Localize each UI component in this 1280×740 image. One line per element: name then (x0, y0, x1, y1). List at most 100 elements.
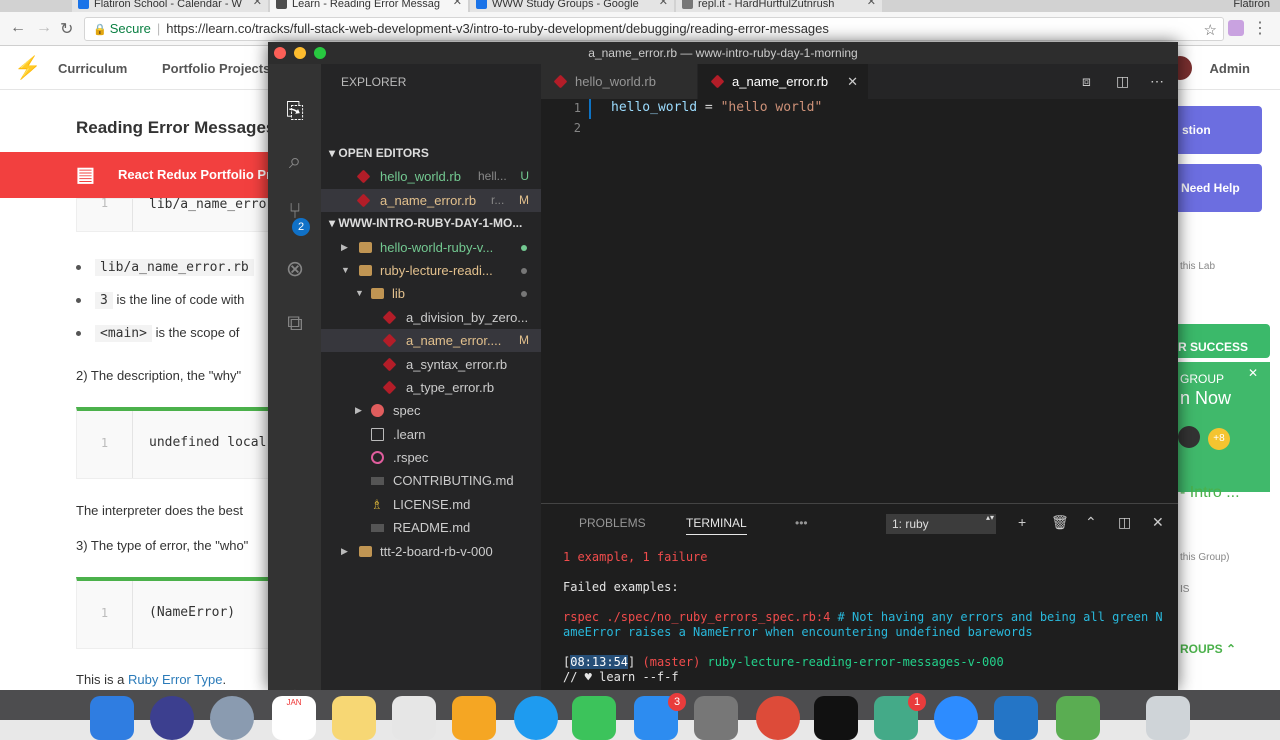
forward-icon[interactable]: → (36, 19, 52, 37)
right-panel: stion Need Help this Lab R SUCCESS GROUP… (1178, 90, 1280, 690)
intro-text[interactable]: - Intro ... (1180, 484, 1240, 502)
tree-folder[interactable]: ▶ ttt-2-board-rb-v-000 (321, 540, 541, 563)
tree-folder[interactable]: ▼ lib (321, 282, 541, 305)
tree-file[interactable]: CONTRIBUTING.md (321, 469, 541, 492)
notes-icon[interactable] (332, 696, 376, 740)
rspec-file-icon (371, 451, 384, 464)
tab-a-name-error[interactable]: a_name_error.rb ✕ (698, 64, 868, 99)
need-help-button[interactable]: Need Help (1178, 164, 1262, 212)
browser-tab-calendar[interactable]: Flatiron School - Calendar - W ✕ (72, 0, 268, 12)
url-omnibox[interactable]: 🔒 Secure | https://learn.co/tracks/full-sta… (84, 17, 1224, 41)
messages-icon[interactable] (572, 696, 616, 740)
panel-more-icon[interactable]: ••• (795, 516, 808, 530)
nav-portfolio[interactable]: Portfolio Projects (162, 61, 270, 76)
terminal-select[interactable]: 1: ruby (886, 513, 996, 534)
browser-tab-learn[interactable]: Learn - Reading Error Messag ✕ (270, 0, 468, 12)
nav-curriculum[interactable]: Curriculum (58, 61, 127, 76)
browser-tab-replit[interactable]: repl.it - HardHurtfulZutnrush ✕ (676, 0, 882, 12)
tree-file[interactable]: ♗ LICENSE.md (321, 493, 541, 516)
add-terminal-icon[interactable]: + (1018, 514, 1026, 530)
maximize-window-button[interactable] (314, 47, 326, 59)
browser-tab-study-groups[interactable]: WWW Study Groups - Google ✕ (470, 0, 674, 12)
ask-question-button[interactable]: stion (1178, 106, 1262, 154)
panel-layout-icon[interactable]: ◫ (1118, 514, 1131, 531)
study-group-card[interactable]: GROUP ✕ n Now +8 (1178, 362, 1270, 492)
finder-icon[interactable] (90, 696, 134, 740)
reload-icon[interactable]: ↻ (60, 19, 73, 39)
project-header[interactable]: ▾ WWW-INTRO-RUBY-DAY-1-MO... (321, 212, 541, 234)
close-icon[interactable]: ✕ (253, 0, 262, 8)
file-name: a_type_error.rb (406, 380, 495, 395)
groups-header[interactable]: ROUPS ⌃ (1180, 642, 1236, 656)
ruby-error-type-link[interactable]: Ruby Error Type (128, 672, 222, 687)
tree-file[interactable]: .rspec (321, 446, 541, 469)
split-editor-icon[interactable]: ◫ (1116, 73, 1129, 90)
browser-tab-label: Learn - Reading Error Messag (292, 0, 440, 10)
ruby-file-icon (382, 380, 397, 395)
calendar-icon[interactable]: JAN (272, 696, 316, 740)
trash-icon[interactable]: 🗑 (1051, 514, 1069, 531)
browser-profile-name[interactable]: Flatiron (1233, 0, 1270, 10)
preview-icon[interactable] (392, 696, 436, 740)
open-editor-item[interactable]: hello_world.rb hell... U (321, 165, 541, 188)
code-text: undefined local (149, 435, 267, 450)
back-icon[interactable]: ← (10, 19, 26, 37)
learn-icon (276, 0, 287, 9)
close-icon[interactable]: ✕ (847, 64, 858, 99)
open-editor-item[interactable]: a_name_error.rb r... M (321, 189, 541, 212)
tab-terminal[interactable]: TERMINAL (686, 516, 747, 535)
code-editor[interactable]: 1 hello_world = "hello world" 2 (541, 99, 1178, 503)
tree-file[interactable]: a_type_error.rb (321, 376, 541, 399)
trash-icon[interactable] (1146, 696, 1190, 740)
vscode-icon[interactable] (994, 696, 1038, 740)
success-button[interactable]: R SUCCESS (1178, 324, 1270, 358)
close-icon[interactable]: ✕ (1248, 366, 1258, 380)
pages-icon[interactable] (452, 696, 496, 740)
learn-logo-icon[interactable]: ⚡ (14, 55, 41, 81)
extension-icon[interactable] (1228, 20, 1244, 36)
tab-problems[interactable]: PROBLEMS (579, 516, 646, 530)
tree-folder[interactable]: ▼ ruby-lecture-readi... (321, 259, 541, 282)
system-preferences-icon[interactable] (694, 696, 738, 740)
bookmark-star-icon[interactable]: ☆ (1204, 20, 1217, 40)
close-icon[interactable]: ✕ (867, 0, 876, 8)
tree-file[interactable]: a_name_error.... M (321, 329, 541, 352)
close-icon[interactable]: ✕ (453, 0, 462, 8)
safari-icon[interactable] (514, 696, 558, 740)
search-icon[interactable]: ⌕ (282, 148, 308, 174)
plus-count-badge: +8 (1208, 428, 1230, 450)
open-editors-header[interactable]: ▾ OPEN EDITORS (321, 142, 541, 164)
menu-kebab-icon[interactable]: ⋮ (1252, 18, 1268, 38)
terminal-icon[interactable] (814, 696, 858, 740)
tab-hello-world[interactable]: hello_world.rb (541, 64, 697, 99)
close-icon[interactable]: ✕ (659, 0, 668, 8)
debug-icon[interactable]: ⊗ (282, 256, 308, 282)
open-changes-icon[interactable]: ⧈ (1082, 73, 1091, 90)
close-icon[interactable]: ✕ (1152, 514, 1164, 531)
close-window-button[interactable] (274, 47, 286, 59)
terminal-dir: ruby-lecture-reading-error-messages-v-00… (707, 655, 1004, 669)
zoom-icon[interactable] (934, 696, 978, 740)
chevron-right-icon: ▶ (355, 405, 362, 415)
git-status: U (520, 169, 529, 183)
app-icon[interactable] (1056, 696, 1100, 740)
minimize-window-button[interactable] (294, 47, 306, 59)
launchpad-icon[interactable] (210, 696, 254, 740)
tree-file[interactable]: .learn (321, 423, 541, 446)
tree-file[interactable]: a_syntax_error.rb (321, 353, 541, 376)
siri-icon[interactable] (150, 696, 194, 740)
tree-folder[interactable]: ▶ hello-world-ruby-v... (321, 236, 541, 259)
tree-folder[interactable]: ▶ spec (321, 399, 541, 422)
extensions-icon[interactable]: ⧉ (282, 310, 308, 336)
portfolio-banner[interactable]: ▤ React Redux Portfolio Project (0, 152, 301, 198)
file-name: .rspec (393, 450, 429, 465)
chevron-up-icon[interactable]: ⌃ (1085, 514, 1097, 531)
tree-file[interactable]: a_division_by_zero... (321, 306, 541, 329)
nav-admin[interactable]: Admin (1210, 61, 1250, 76)
list-item: 3 is the line of code with (76, 292, 244, 309)
tree-file[interactable]: README.md (321, 516, 541, 539)
more-actions-icon[interactable]: ⋯ (1150, 73, 1164, 90)
explorer-icon[interactable]: ⎘ (282, 98, 308, 124)
chrome-icon[interactable] (756, 696, 800, 740)
terminal-prompt[interactable]: // ♥ learn --f-f (563, 670, 679, 684)
